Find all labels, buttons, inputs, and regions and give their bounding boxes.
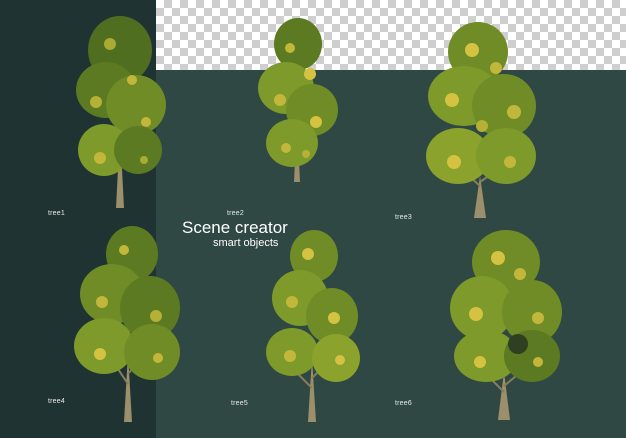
tree-3-image[interactable] — [424, 16, 540, 220]
tree-2-label: tree2 — [227, 210, 244, 217]
tree-6-image[interactable] — [446, 222, 564, 422]
tree-1-image[interactable] — [66, 10, 174, 210]
tree-5-image[interactable] — [262, 228, 362, 424]
tree-2-image[interactable] — [250, 18, 342, 184]
tree-4-image[interactable] — [72, 224, 184, 424]
transparency-checkerboard — [156, 0, 626, 70]
tree-4-label: tree4 — [48, 398, 65, 405]
tree-1-label: tree1 — [48, 210, 65, 217]
tree-5-label: tree5 — [231, 400, 248, 407]
tree-3-label: tree3 — [395, 214, 412, 221]
scene-canvas: tree1 tree2 tree3 Scene creator smart ob… — [0, 0, 626, 438]
tree-6-label: tree6 — [395, 400, 412, 407]
